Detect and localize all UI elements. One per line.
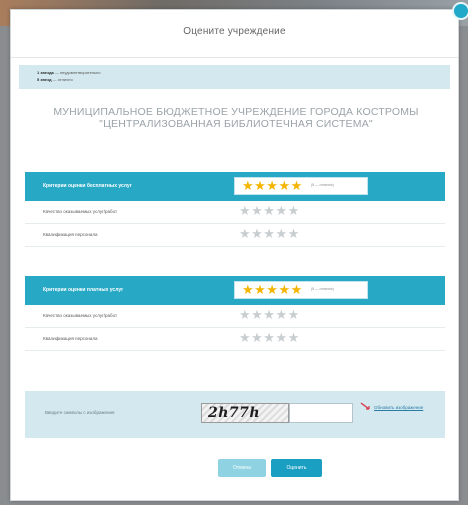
title-divider bbox=[11, 57, 458, 58]
captcha-label: Введите символы с изображения bbox=[45, 410, 115, 415]
star-rating-icon[interactable]: ★★★★★ bbox=[239, 227, 300, 241]
legend-text: — отлично bbox=[52, 77, 73, 82]
overall-rating-box[interactable]: ★★★★★ (5 — отлично) bbox=[234, 281, 368, 299]
captcha-input[interactable] bbox=[289, 403, 353, 423]
organization-name: МУНИЦИПАЛЬНОЕ БЮДЖЕТНОЕ УЧРЕЖДЕНИЕ ГОРОД… bbox=[31, 106, 441, 130]
organization-name-line2: "ЦЕНТРАЛИЗОВАННАЯ БИБЛИОТЕЧНАЯ СИСТЕМА" bbox=[99, 118, 373, 130]
criterion-row: Квалификация персонала ★★★★★ bbox=[25, 328, 445, 351]
star-rating-icon[interactable]: ★★★★★ bbox=[242, 179, 303, 193]
section-title: Критерии оценки бесплатных услуг bbox=[43, 183, 132, 189]
criterion-row: Качество оказываемых услуг/работ ★★★★★ bbox=[25, 305, 445, 328]
criterion-label: Качество оказываемых услуг/работ bbox=[43, 313, 118, 318]
legend-item-5: 5 звезд — отлично bbox=[37, 77, 73, 82]
overall-rating-box[interactable]: ★★★★★ (5 — отлично) bbox=[234, 177, 368, 195]
criterion-row: Квалификация персонала ★★★★★ bbox=[25, 224, 445, 247]
legend-key: 5 звезд bbox=[37, 77, 52, 82]
rating-dialog: Оцените учреждение 1 звезда — неудовлетв… bbox=[10, 9, 459, 501]
legend-item-1: 1 звезда — неудовлетворительно bbox=[37, 70, 101, 75]
organization-name-line1: МУНИЦИПАЛЬНОЕ БЮДЖЕТНОЕ УЧРЕЖДЕНИЕ ГОРОД… bbox=[53, 106, 419, 118]
submit-rating-button[interactable]: Оценить bbox=[271, 459, 322, 477]
captcha-image-text: 2h77h bbox=[208, 405, 261, 421]
dialog-title: Оцените учреждение bbox=[183, 26, 286, 37]
star-rating-icon[interactable]: ★★★★★ bbox=[239, 308, 300, 322]
star-rating-icon[interactable]: ★★★★★ bbox=[242, 283, 303, 297]
criterion-label: Квалификация персонала bbox=[43, 232, 98, 237]
criterion-row: Качество оказываемых услуг/работ ★★★★★ bbox=[25, 201, 445, 224]
rating-note: (5 — отлично) bbox=[311, 287, 334, 291]
close-icon[interactable] bbox=[452, 2, 468, 20]
star-rating-icon[interactable]: ★★★★★ bbox=[239, 331, 300, 345]
cancel-button[interactable]: Отмена bbox=[218, 459, 266, 477]
criterion-label: Качество оказываемых услуг/работ bbox=[43, 209, 118, 214]
rating-note: (5 — отлично) bbox=[311, 183, 334, 187]
section-header-free-services: Критерии оценки бесплатных услуг ★★★★★ (… bbox=[25, 172, 445, 201]
criterion-label: Квалификация персонала bbox=[43, 336, 98, 341]
legend-key: 1 звезда bbox=[37, 70, 54, 75]
rating-legend: 1 звезда — неудовлетворительно 5 звезд —… bbox=[19, 65, 450, 89]
star-rating-icon[interactable]: ★★★★★ bbox=[239, 204, 300, 218]
refresh-icon[interactable] bbox=[360, 402, 370, 412]
legend-text: — неудовлетворительно bbox=[54, 70, 101, 75]
section-header-paid-services: Критерии оценки платных услуг ★★★★★ (5 —… bbox=[25, 276, 445, 305]
captcha-image: 2h77h bbox=[201, 403, 289, 423]
section-title: Критерии оценки платных услуг bbox=[43, 287, 124, 293]
refresh-captcha-link[interactable]: Обновить изображение bbox=[374, 405, 423, 411]
captcha-panel: Введите символы с изображения 2h77h Обно… bbox=[25, 391, 445, 438]
